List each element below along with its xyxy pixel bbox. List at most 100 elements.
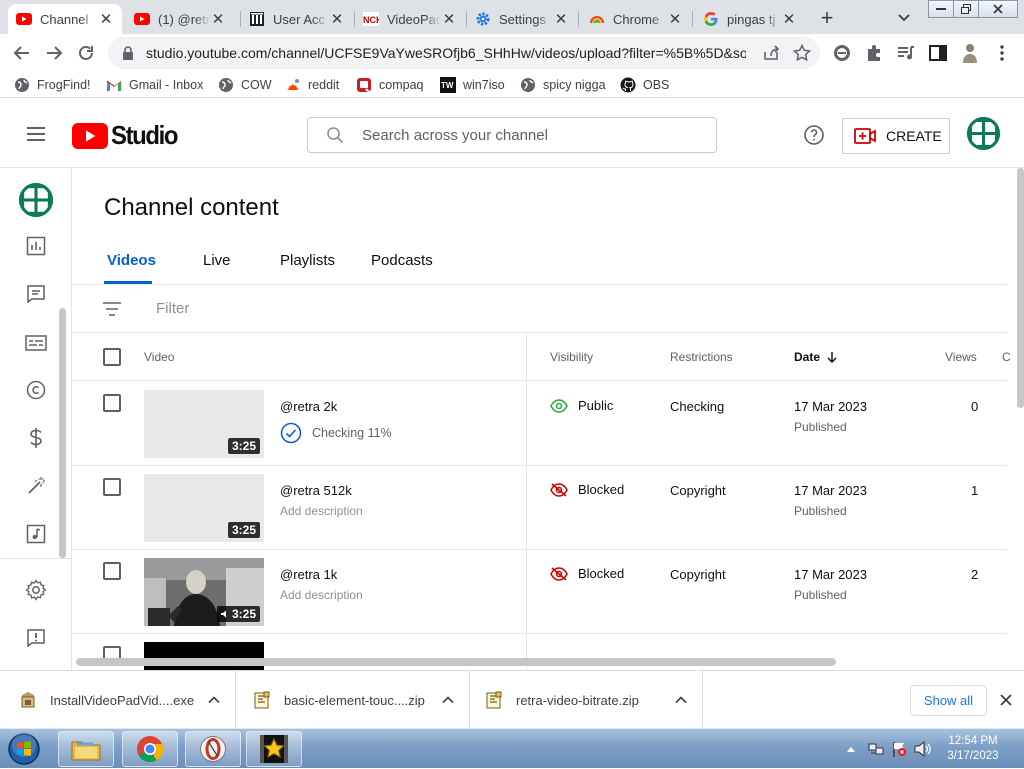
close-tab-icon[interactable]: ✕: [98, 11, 114, 28]
create-button[interactable]: CREATE: [842, 118, 950, 154]
side-panel-icon[interactable]: [926, 41, 950, 65]
tab-playlists[interactable]: Playlists: [280, 252, 335, 269]
analytics-icon[interactable]: [24, 234, 48, 258]
tray-expand-icon[interactable]: [846, 745, 856, 753]
tab-google-search[interactable]: pingas tj ✕: [695, 4, 805, 34]
restrictions-cell[interactable]: Copyright: [670, 567, 726, 582]
tab-live[interactable]: Live: [203, 252, 231, 269]
column-restrictions[interactable]: Restrictions: [670, 350, 733, 364]
close-tab-icon[interactable]: ✕: [441, 11, 457, 28]
chrome-menu-icon[interactable]: [990, 41, 1014, 65]
close-window-button[interactable]: [978, 0, 1018, 18]
chevron-up-icon[interactable]: [207, 693, 221, 707]
tab-chrome[interactable]: Chrome ✕: [581, 4, 691, 34]
bookmark-star-icon[interactable]: [790, 41, 814, 65]
add-description-link[interactable]: Add description: [280, 504, 363, 518]
search-input[interactable]: [362, 126, 692, 144]
extension-profile-icon[interactable]: [830, 41, 854, 65]
column-date[interactable]: Date: [794, 350, 838, 364]
url-text[interactable]: studio.youtube.com/channel/UCFSE9VaYweSR…: [146, 45, 746, 61]
video-thumbnail[interactable]: 3:25: [144, 390, 264, 458]
tab-user-acc[interactable]: User Acc ✕: [241, 4, 353, 34]
bookmark-gmail[interactable]: Gmail - Inbox: [106, 76, 203, 94]
row-checkbox[interactable]: [103, 562, 121, 580]
forward-arrow-icon[interactable]: [42, 41, 66, 65]
table-row[interactable]: 3:25 @retra 2k Checking 11% Public Check…: [72, 382, 1007, 466]
earn-dollar-icon[interactable]: [24, 426, 48, 450]
filter-icon[interactable]: [102, 301, 122, 317]
copyright-icon[interactable]: [24, 378, 48, 402]
table-row[interactable]: 3:25 @retra 512k Add description Blocked…: [72, 466, 1007, 550]
close-tab-icon[interactable]: ✕: [329, 11, 345, 28]
table-row[interactable]: 3:25 @retra 1k Add description Blocked C…: [72, 550, 1007, 634]
visibility-cell[interactable]: Public: [550, 398, 613, 413]
minimize-window-button[interactable]: [928, 0, 954, 18]
taskbar-app-opera[interactable]: [185, 731, 241, 767]
bookmark-spicy[interactable]: spicy nigga: [520, 76, 606, 94]
settings-gear-icon[interactable]: [24, 578, 48, 602]
back-arrow-icon[interactable]: [10, 41, 34, 65]
media-controls-icon[interactable]: [894, 41, 918, 65]
chevron-up-icon[interactable]: [441, 693, 455, 707]
video-title[interactable]: @retra 1k: [280, 567, 337, 582]
restrictions-cell[interactable]: Copyright: [670, 483, 726, 498]
comments-icon[interactable]: [24, 282, 48, 306]
restore-window-button[interactable]: [953, 0, 979, 18]
column-visibility[interactable]: Visibility: [550, 350, 593, 364]
bookmark-compaq[interactable]: compaq: [356, 76, 423, 94]
restrictions-cell[interactable]: Checking: [670, 399, 724, 414]
column-comments[interactable]: C: [1002, 350, 1011, 364]
bookmark-obs[interactable]: OBS: [620, 76, 669, 94]
hamburger-menu-icon[interactable]: [24, 122, 48, 146]
reload-icon[interactable]: [74, 41, 98, 65]
select-all-checkbox[interactable]: [103, 348, 121, 366]
send-feedback-icon[interactable]: [24, 626, 48, 650]
tab-podcasts[interactable]: Podcasts: [371, 252, 433, 269]
share-icon[interactable]: [759, 41, 783, 65]
lock-icon[interactable]: [120, 45, 136, 61]
start-orb-icon[interactable]: [6, 732, 42, 766]
channel-avatar[interactable]: [19, 183, 53, 217]
address-bar[interactable]: studio.youtube.com/channel/UCFSE9VaYweSR…: [108, 37, 820, 69]
account-avatar[interactable]: [967, 117, 1000, 150]
volume-speaker-icon[interactable]: [914, 741, 932, 757]
column-views[interactable]: Views: [945, 350, 977, 364]
extensions-puzzle-icon[interactable]: [862, 41, 886, 65]
filter-input[interactable]: Filter: [156, 300, 189, 317]
new-tab-button[interactable]: +: [815, 5, 839, 30]
nav-scrollbar[interactable]: [59, 308, 66, 558]
visibility-cell[interactable]: Blocked: [550, 566, 624, 581]
taskbar-clock[interactable]: 12:54 PM 3/17/2023: [938, 734, 1008, 764]
audio-library-icon[interactable]: [24, 522, 48, 546]
taskbar-videopad[interactable]: [246, 731, 302, 767]
video-title[interactable]: @retra 2k: [280, 399, 337, 414]
customization-wand-icon[interactable]: [24, 474, 48, 498]
tab-settings[interactable]: Settings ✕: [467, 4, 577, 34]
tab-search-chevron-icon[interactable]: [894, 8, 914, 28]
visibility-cell[interactable]: Blocked: [550, 482, 624, 497]
bookmark-frogfind[interactable]: FrogFind!: [14, 76, 91, 94]
help-icon[interactable]: [802, 123, 826, 147]
subtitles-icon[interactable]: [24, 331, 48, 355]
chevron-up-icon[interactable]: [674, 693, 688, 707]
close-tab-icon[interactable]: ✕: [210, 11, 226, 28]
tab-videos[interactable]: Videos: [107, 252, 156, 269]
video-title[interactable]: @retra 512k: [280, 483, 352, 498]
tab-channel[interactable]: Channel ✕: [8, 4, 122, 34]
close-downloads-icon[interactable]: [998, 692, 1014, 708]
video-thumbnail[interactable]: 3:25: [144, 558, 264, 626]
add-description-link[interactable]: Add description: [280, 588, 363, 602]
close-tab-icon[interactable]: ✕: [781, 11, 797, 28]
profile-avatar-icon[interactable]: [958, 41, 982, 65]
tab-retra[interactable]: (1) @retr ✕: [126, 4, 234, 34]
video-thumbnail[interactable]: 3:25: [144, 474, 264, 542]
main-scrollbar[interactable]: [1017, 168, 1024, 670]
channel-search-box[interactable]: [307, 117, 717, 153]
row-checkbox[interactable]: [103, 478, 121, 496]
download-item[interactable]: basic-element-touc....zip: [236, 671, 470, 729]
bookmark-cow[interactable]: COW: [218, 76, 272, 94]
network-icon[interactable]: [868, 741, 884, 757]
taskbar-chrome[interactable]: [122, 731, 178, 767]
tab-videopad[interactable]: NCH VideoPad ✕: [355, 4, 465, 34]
bookmark-reddit[interactable]: reddit: [285, 76, 339, 94]
